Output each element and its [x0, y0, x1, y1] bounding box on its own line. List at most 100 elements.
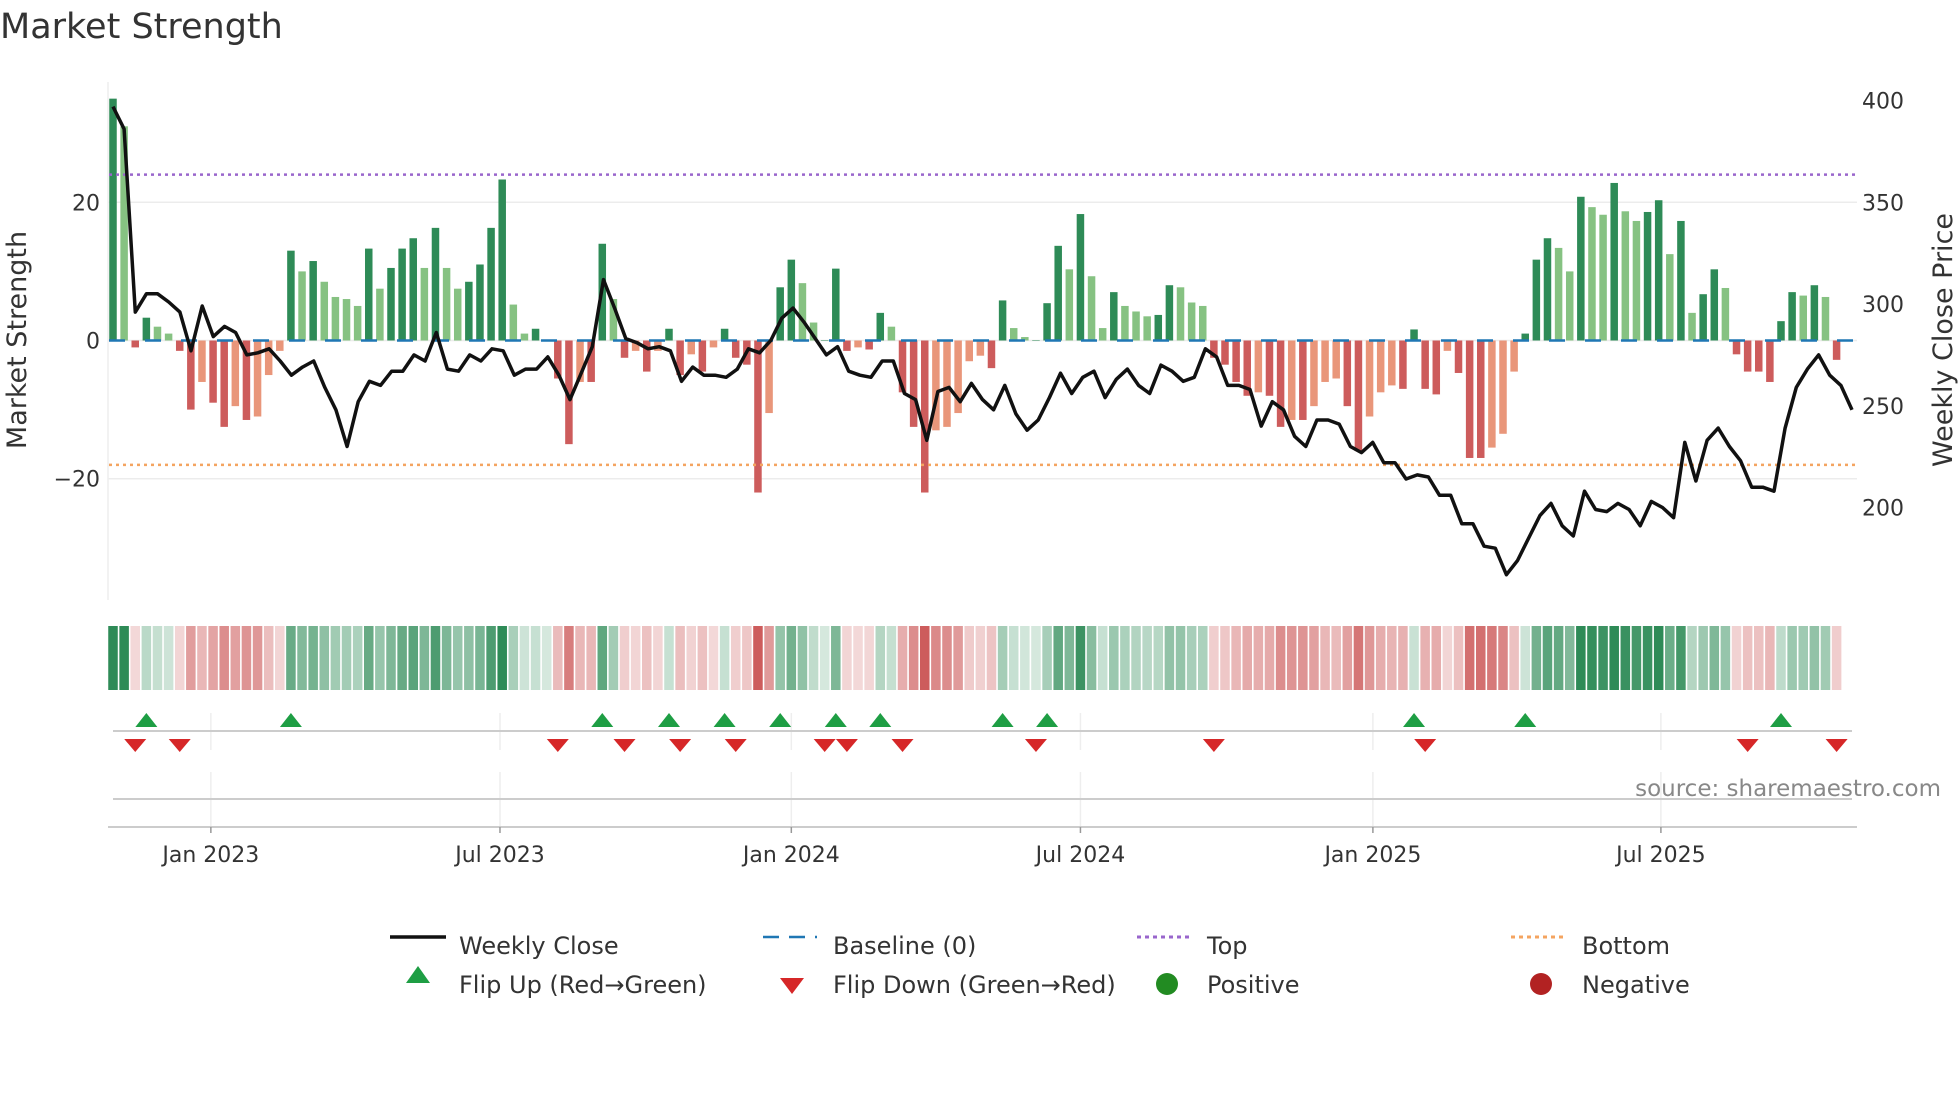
- heat-cell: [719, 626, 730, 690]
- strength-bar: [1365, 340, 1374, 417]
- heat-cell: [141, 626, 152, 690]
- heat-cell: [1286, 626, 1297, 690]
- heat-cell: [1487, 626, 1497, 690]
- strength-bar: [832, 268, 840, 341]
- heat-cell: [1631, 626, 1642, 690]
- strength-bar: [453, 288, 462, 341]
- flip-up-icon: [824, 713, 847, 727]
- heat-cell: [1175, 626, 1186, 690]
- heat-cell: [797, 626, 808, 690]
- legend-bottom: Bottom: [1582, 932, 1670, 960]
- heat-cell: [1164, 626, 1175, 690]
- strength-bar: [1499, 340, 1507, 434]
- heat-cell: [842, 626, 852, 690]
- strength-bar: [1588, 207, 1596, 341]
- strength-bar: [1732, 340, 1741, 355]
- strength-bar: [164, 333, 173, 341]
- strength-bar: [1254, 340, 1263, 393]
- flip-up-icon: [591, 713, 614, 727]
- strength-bar: [398, 248, 406, 341]
- strength-bar: [698, 340, 707, 372]
- strength-bar: [531, 328, 540, 341]
- heat-cell: [1008, 626, 1019, 690]
- legend-flip-up-icon: [406, 966, 430, 983]
- strength-bar: [1632, 220, 1641, 341]
- strength-bar: [465, 281, 473, 341]
- strength-bar: [1343, 340, 1352, 407]
- heat-cell: [330, 626, 341, 690]
- heat-cell: [1186, 626, 1197, 690]
- heat-cell: [1075, 626, 1086, 690]
- heat-cell: [1498, 626, 1508, 690]
- y2-tick-label: 300: [1862, 293, 1904, 318]
- heat-cell: [208, 626, 218, 690]
- flip-down-icon: [1825, 739, 1848, 752]
- heat-cell: [697, 626, 708, 690]
- strength-bar: [687, 340, 695, 355]
- heat-cell: [1198, 626, 1208, 690]
- strength-bar: [142, 317, 151, 341]
- heat-cell: [1097, 626, 1108, 690]
- heat-cell: [1576, 626, 1586, 690]
- heat-cell: [1231, 626, 1241, 690]
- strength-bar: [731, 340, 740, 358]
- strength-bar: [776, 287, 784, 341]
- strength-bar: [1421, 340, 1429, 389]
- strength-bar: [1376, 340, 1385, 393]
- heat-cell: [1453, 626, 1464, 690]
- heat-cell: [1420, 626, 1430, 690]
- strength-bar: [820, 340, 829, 341]
- strength-bar: [131, 340, 139, 348]
- strength-bar: [1087, 276, 1096, 341]
- strength-bar: [1287, 340, 1296, 420]
- heat-cell: [1109, 626, 1119, 690]
- heat-cell: [931, 626, 941, 690]
- heat-cell: [1042, 626, 1052, 690]
- heat-cell: [953, 626, 963, 690]
- heat-cell: [1642, 626, 1653, 690]
- strength-bar: [309, 261, 317, 341]
- heat-cell: [1353, 626, 1364, 690]
- legend-baseline: Baseline (0): [833, 932, 976, 960]
- heat-cell: [1553, 626, 1564, 690]
- strength-bar: [298, 271, 306, 341]
- flip-up-icon: [658, 713, 680, 727]
- heat-cell: [1798, 626, 1808, 690]
- heat-cell: [1509, 626, 1519, 690]
- flip-down-icon: [835, 739, 858, 752]
- heat-cell: [920, 626, 930, 690]
- heat-cell: [441, 626, 452, 690]
- strength-bar: [665, 328, 673, 341]
- strength-bar: [787, 259, 796, 341]
- strength-bar: [1699, 294, 1707, 341]
- heat-cell: [397, 626, 407, 690]
- strength-bar: [1043, 303, 1051, 341]
- heat-cell: [419, 626, 430, 690]
- heat-cell: [753, 626, 763, 690]
- strength-bar: [509, 304, 518, 341]
- strength-bar: [1477, 340, 1485, 458]
- strength-bar: [1777, 321, 1785, 341]
- flip-up-icon: [769, 713, 792, 727]
- heat-cell: [197, 626, 207, 690]
- heat-cell: [475, 626, 485, 690]
- strength-bar: [1688, 312, 1696, 341]
- heat-cell: [108, 626, 118, 690]
- heat-cell: [297, 626, 307, 690]
- heat-cell: [886, 626, 897, 690]
- strength-bar: [1265, 340, 1274, 396]
- strength-bar: [1332, 340, 1340, 379]
- strength-bar: [1543, 238, 1552, 341]
- heat-cell: [1653, 626, 1664, 690]
- strength-bar: [909, 340, 918, 427]
- strength-bar: [1176, 287, 1185, 341]
- heat-cell: [553, 626, 563, 690]
- strength-bar: [1810, 285, 1819, 341]
- strength-bar: [1143, 316, 1151, 341]
- x-tick-label: Jan 2023: [160, 843, 259, 868]
- legend: Weekly Close Baseline (0) Top Bottom Fli…: [390, 932, 1690, 999]
- strength-bar: [520, 333, 529, 341]
- heat-cell: [575, 626, 585, 690]
- heat-cell: [1476, 626, 1486, 690]
- strength-bar: [376, 288, 384, 341]
